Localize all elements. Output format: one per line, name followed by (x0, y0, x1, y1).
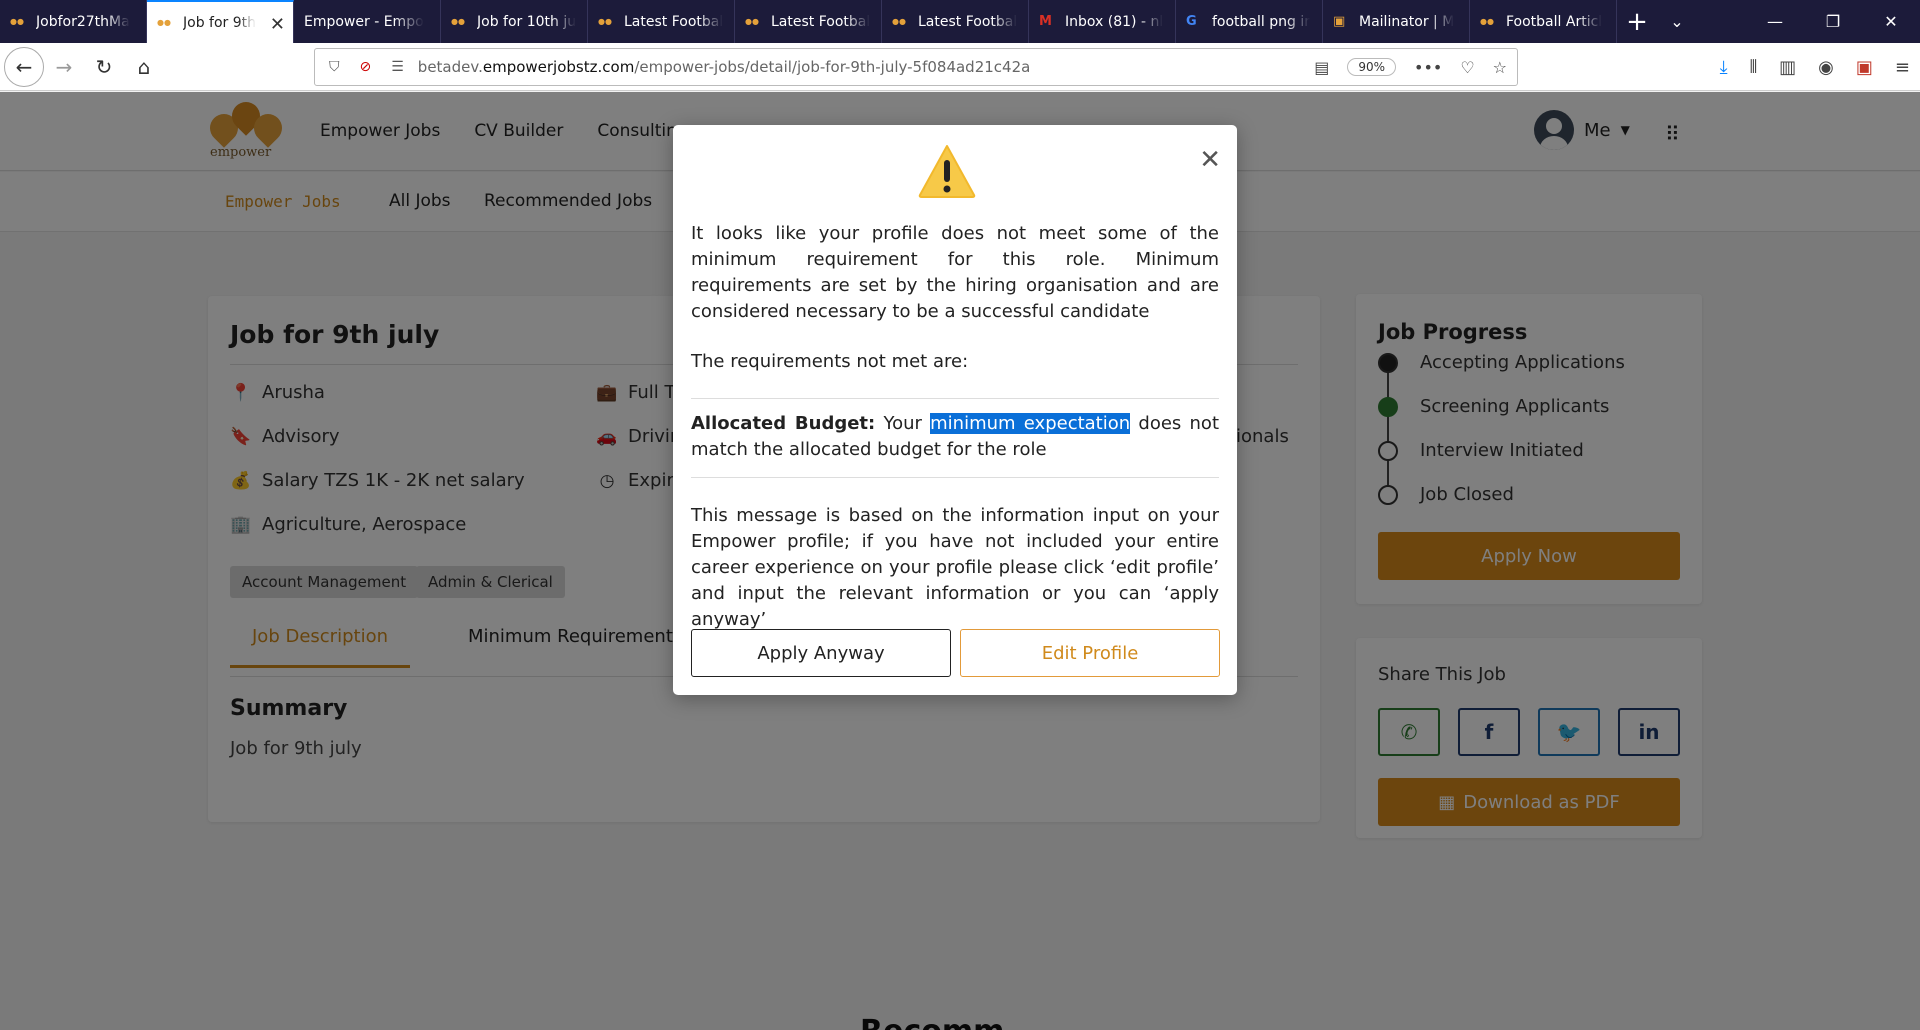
new-tab-button[interactable]: + (1617, 0, 1657, 43)
page-actions-icon[interactable]: ••• (1414, 58, 1442, 77)
requirement-item: Allocated Budget: Your minimum expectati… (691, 413, 1219, 460)
mailinator-icon: ▣ (1333, 14, 1346, 29)
browser-tab[interactable]: M Inbox (81) - nl (1029, 0, 1176, 43)
modal-intro-text: It looks like your profile does not meet… (691, 223, 1219, 322)
apply-anyway-button[interactable]: Apply Anyway (691, 629, 951, 677)
browser-tab-bar: ●● Jobfor27thMa ●● Job for 9th ✕ Empower - Em… (0, 0, 1920, 43)
url-text[interactable]: betadev.empowerjobstz.com/empower-jobs/d… (418, 58, 1031, 76)
tracking-blocked-icon[interactable]: ⊘ (360, 59, 372, 75)
minimize-icon[interactable]: — (1746, 0, 1804, 43)
selected-text: minimum expectation (930, 413, 1131, 434)
permissions-icon[interactable]: ☰ (391, 59, 404, 75)
browser-tab[interactable]: Empower - Empo (294, 0, 441, 43)
extension-icon[interactable]: ▣ (1856, 57, 1873, 78)
browser-tab[interactable]: ●● Latest Footbal (882, 0, 1029, 43)
empower-favicon: ●● (892, 17, 906, 26)
forward-button[interactable]: → (44, 47, 84, 87)
browser-nav-bar: ← → ↻ ⌂ ⛉ ⊘ ☰ betadev.empowerjobstz.com/… (0, 43, 1920, 91)
url-bar[interactable]: ⛉ ⊘ ☰ betadev.empowerjobstz.com/empower-… (314, 48, 1518, 86)
bookmark-star-icon[interactable]: ☆ (1493, 58, 1507, 77)
sidebar-icon[interactable]: ▥ (1779, 57, 1796, 78)
browser-tab[interactable]: Gfootball png ir (1176, 0, 1323, 43)
home-button[interactable]: ⌂ (124, 47, 164, 87)
reader-view-icon[interactable]: ▤ (1314, 58, 1329, 77)
requirements-modal: ✕ It looks like your profile does not me… (673, 125, 1237, 695)
close-tab-icon[interactable]: ✕ (270, 14, 285, 35)
reload-button[interactable]: ↻ (84, 47, 124, 87)
browser-tab[interactable]: ●● Football Articl (1470, 0, 1617, 43)
close-icon[interactable]: ✕ (1199, 145, 1221, 175)
browser-tab[interactable]: ●● Job for 10th ju (441, 0, 588, 43)
browser-tab[interactable]: ●● Latest Footbal (735, 0, 882, 43)
library-icon[interactable]: ⫴ (1750, 57, 1758, 78)
back-button[interactable]: ← (4, 46, 44, 87)
close-window-icon[interactable]: ✕ (1862, 0, 1920, 43)
modal-divider (691, 398, 1219, 399)
browser-tab[interactable]: ●● Jobfor27thMa (0, 0, 147, 43)
empower-favicon: ●● (598, 17, 612, 26)
pocket-icon[interactable]: ♡ (1460, 58, 1474, 77)
warning-icon (918, 145, 976, 198)
empower-favicon: ●● (451, 17, 465, 26)
google-icon: G (1186, 14, 1197, 29)
modal-footer-text: This message is based on the information… (691, 505, 1219, 630)
requirements-heading: The requirements not met are: (691, 351, 969, 372)
browser-tab[interactable]: ●● Latest Footbal (588, 0, 735, 43)
window-controls: — ❐ ✕ (1746, 0, 1920, 43)
empower-favicon: ●● (157, 18, 171, 27)
download-icon[interactable]: ⤓ (1720, 57, 1728, 78)
browser-tab[interactable]: ▣ Mailinator | M (1323, 0, 1470, 43)
edit-profile-button[interactable]: Edit Profile (960, 629, 1220, 677)
gmail-icon: M (1039, 14, 1052, 29)
empower-favicon: ●● (745, 17, 759, 26)
modal-divider (691, 477, 1219, 478)
list-tabs-icon[interactable]: ⌄ (1657, 0, 1697, 43)
empower-favicon: ●● (1480, 17, 1494, 26)
empower-favicon: ●● (10, 17, 24, 26)
zoom-level[interactable]: 90% (1347, 58, 1396, 76)
menu-icon[interactable]: ≡ (1895, 57, 1910, 78)
restore-icon[interactable]: ❐ (1804, 0, 1862, 43)
shield-icon[interactable]: ⛉ (329, 59, 340, 75)
browser-tab[interactable]: ●● Job for 9th ✕ (147, 0, 294, 43)
account-icon[interactable]: ◉ (1818, 57, 1834, 78)
